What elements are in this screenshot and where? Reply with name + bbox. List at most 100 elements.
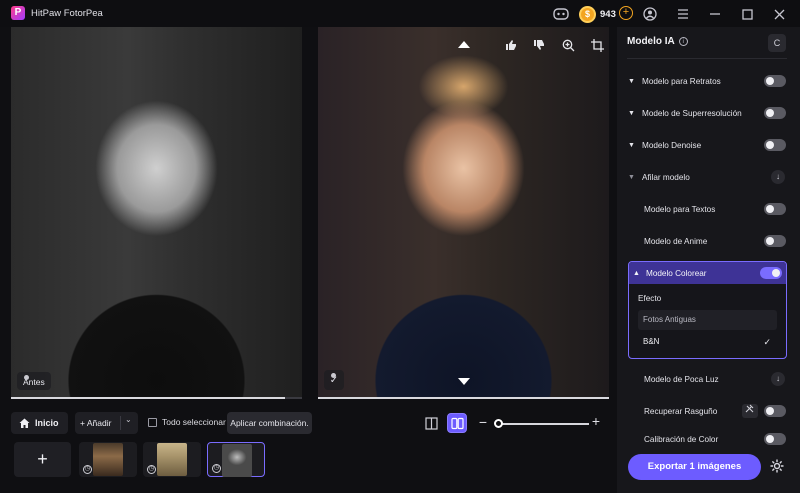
toggle-colorear[interactable] (760, 267, 782, 279)
expand-icon[interactable]: ▼ (628, 78, 638, 85)
app-title: HitPaw FotorPea (31, 8, 103, 19)
minimize-icon[interactable] (706, 5, 724, 23)
model-row-denoise[interactable]: ▼ Modelo Denoise (628, 134, 786, 156)
before-progress-fill (11, 397, 285, 399)
thumbnail-image (157, 443, 187, 476)
thumbs-up-icon[interactable] (502, 36, 520, 54)
ai-model-panel: Modelo IA i C ▼ Modelo para Retratos ▼ M… (617, 27, 800, 493)
expand-icon[interactable]: ▼ (628, 174, 638, 181)
zoom-out-button[interactable]: − (477, 414, 489, 430)
close-icon[interactable] (770, 5, 788, 23)
add-credits-button[interactable]: + (619, 6, 633, 20)
thumbs-down-icon[interactable] (530, 36, 548, 54)
after-progress-track (318, 397, 609, 399)
info-icon[interactable]: i (678, 37, 688, 46)
scratch-brush-icon[interactable] (742, 404, 758, 418)
expand-down-icon[interactable] (458, 378, 470, 385)
option-label: B&N (643, 337, 660, 346)
split-view-icon[interactable] (421, 413, 441, 433)
download-icon[interactable]: ↓ (771, 372, 785, 386)
thumbnail-1[interactable]: ◷ (79, 442, 137, 477)
model-label: Modelo para Retratos (642, 76, 721, 86)
model-label: Modelo Denoise (642, 140, 702, 150)
after-status: ✓ (324, 370, 344, 390)
home-label: Inicio (35, 418, 59, 428)
thumbnail-3[interactable]: ◷ (207, 442, 265, 477)
model-row-retratos[interactable]: ▼ Modelo para Retratos (628, 70, 786, 92)
add-dropdown-icon[interactable]: ⌄ (125, 415, 132, 424)
menu-icon[interactable] (674, 5, 692, 23)
model-label: Calibración de Color (644, 434, 719, 444)
collapse-up-icon[interactable] (458, 41, 470, 48)
model-row-superresolucion[interactable]: ▼ Modelo de Superresolución (628, 102, 786, 124)
model-row-poca-luz[interactable]: Modelo de Poca Luz ↓ (628, 368, 786, 390)
select-all-checkbox[interactable]: Todo seleccionar (148, 417, 226, 427)
gear-icon[interactable] (769, 458, 787, 476)
before-progress-track (11, 397, 302, 399)
model-label: Modelo de Anime (644, 236, 708, 246)
app-logo: P (11, 6, 25, 20)
model-row-textos[interactable]: Modelo para Textos (628, 198, 786, 220)
add-button[interactable]: + Añadir ⌄ (75, 412, 138, 434)
toggle-rasguno[interactable] (764, 405, 786, 417)
home-icon (19, 418, 30, 428)
panel-divider (627, 58, 787, 59)
zoom-slider-handle[interactable] (494, 419, 503, 428)
model-row-calibracion[interactable]: Calibración de Color (628, 432, 786, 446)
model-row-afilar[interactable]: ▼ Afilar modelo ↓ (628, 166, 786, 188)
model-label: Modelo Colorear (646, 268, 707, 278)
panel-title-text: Modelo IA (627, 36, 675, 47)
clock-icon: ◷ (212, 464, 221, 473)
bottom-toolbar: Inicio + Añadir ⌄ Todo seleccionar Aplic… (11, 412, 609, 436)
add-divider (120, 416, 121, 430)
model-row-rasguno[interactable]: Recuperar Rasguño (628, 400, 786, 422)
status-dot (24, 375, 29, 380)
add-label: + Añadir (80, 418, 112, 428)
apply-combination-button[interactable]: Aplicar combinación. (227, 412, 312, 434)
toggle-anime[interactable] (764, 235, 786, 247)
select-all-label: Todo seleccionar (162, 417, 226, 427)
reset-button[interactable]: C (768, 34, 786, 52)
model-row-colorear[interactable]: ▲ Modelo Colorear (629, 262, 786, 284)
after-photo (318, 27, 609, 399)
thumbnail-image (93, 443, 123, 476)
zoom-in-button[interactable]: + (589, 413, 603, 429)
crop-icon[interactable] (588, 36, 606, 54)
toggle-retratos[interactable] (764, 75, 786, 87)
toggle-textos[interactable] (764, 203, 786, 215)
discord-icon[interactable] (552, 5, 570, 23)
expand-icon[interactable]: ▼ (628, 142, 638, 149)
credits-display: $ 943 (579, 5, 616, 23)
clock-icon: ◷ (83, 465, 92, 474)
zoom-slider[interactable] (498, 423, 589, 425)
side-by-side-view-icon[interactable] (447, 413, 467, 433)
after-preview[interactable]: ✓ (318, 27, 609, 399)
check-icon: ✓ (763, 337, 771, 347)
status-dot (331, 373, 336, 378)
checkbox-box[interactable] (148, 417, 157, 427)
expand-icon[interactable]: ▼ (628, 110, 638, 117)
download-icon[interactable]: ↓ (771, 170, 785, 184)
toggle-superresolucion[interactable] (764, 107, 786, 119)
add-image-button[interactable]: + (14, 442, 71, 477)
account-icon[interactable] (641, 5, 659, 23)
collapse-icon[interactable]: ▲ (633, 270, 643, 277)
model-row-anime[interactable]: Modelo de Anime (628, 230, 786, 252)
toggle-denoise[interactable] (764, 139, 786, 151)
model-label: Afilar modelo (642, 172, 690, 182)
model-label: Modelo de Poca Luz (644, 374, 719, 384)
before-preview[interactable]: Antes (11, 27, 302, 399)
credits-value: 943 (600, 8, 616, 20)
thumbnail-2[interactable]: ◷ (143, 442, 201, 477)
colorear-panel: ▲ Modelo Colorear Efecto Fotos Antiguas … (628, 261, 787, 359)
zoom-in-icon[interactable] (559, 36, 577, 54)
thumbnail-image (222, 444, 252, 477)
export-button[interactable]: Exportar 1 imágenes (628, 454, 761, 480)
maximize-icon[interactable] (738, 5, 756, 23)
model-label: Modelo de Superresolución (642, 108, 742, 118)
home-button[interactable]: Inicio (11, 412, 68, 434)
toggle-calibracion[interactable] (764, 433, 786, 445)
effect-option-bn[interactable]: B&N ✓ (638, 332, 777, 352)
effect-option-fotos-antiguas[interactable]: Fotos Antiguas (638, 310, 777, 330)
option-label: Fotos Antiguas (643, 315, 696, 324)
